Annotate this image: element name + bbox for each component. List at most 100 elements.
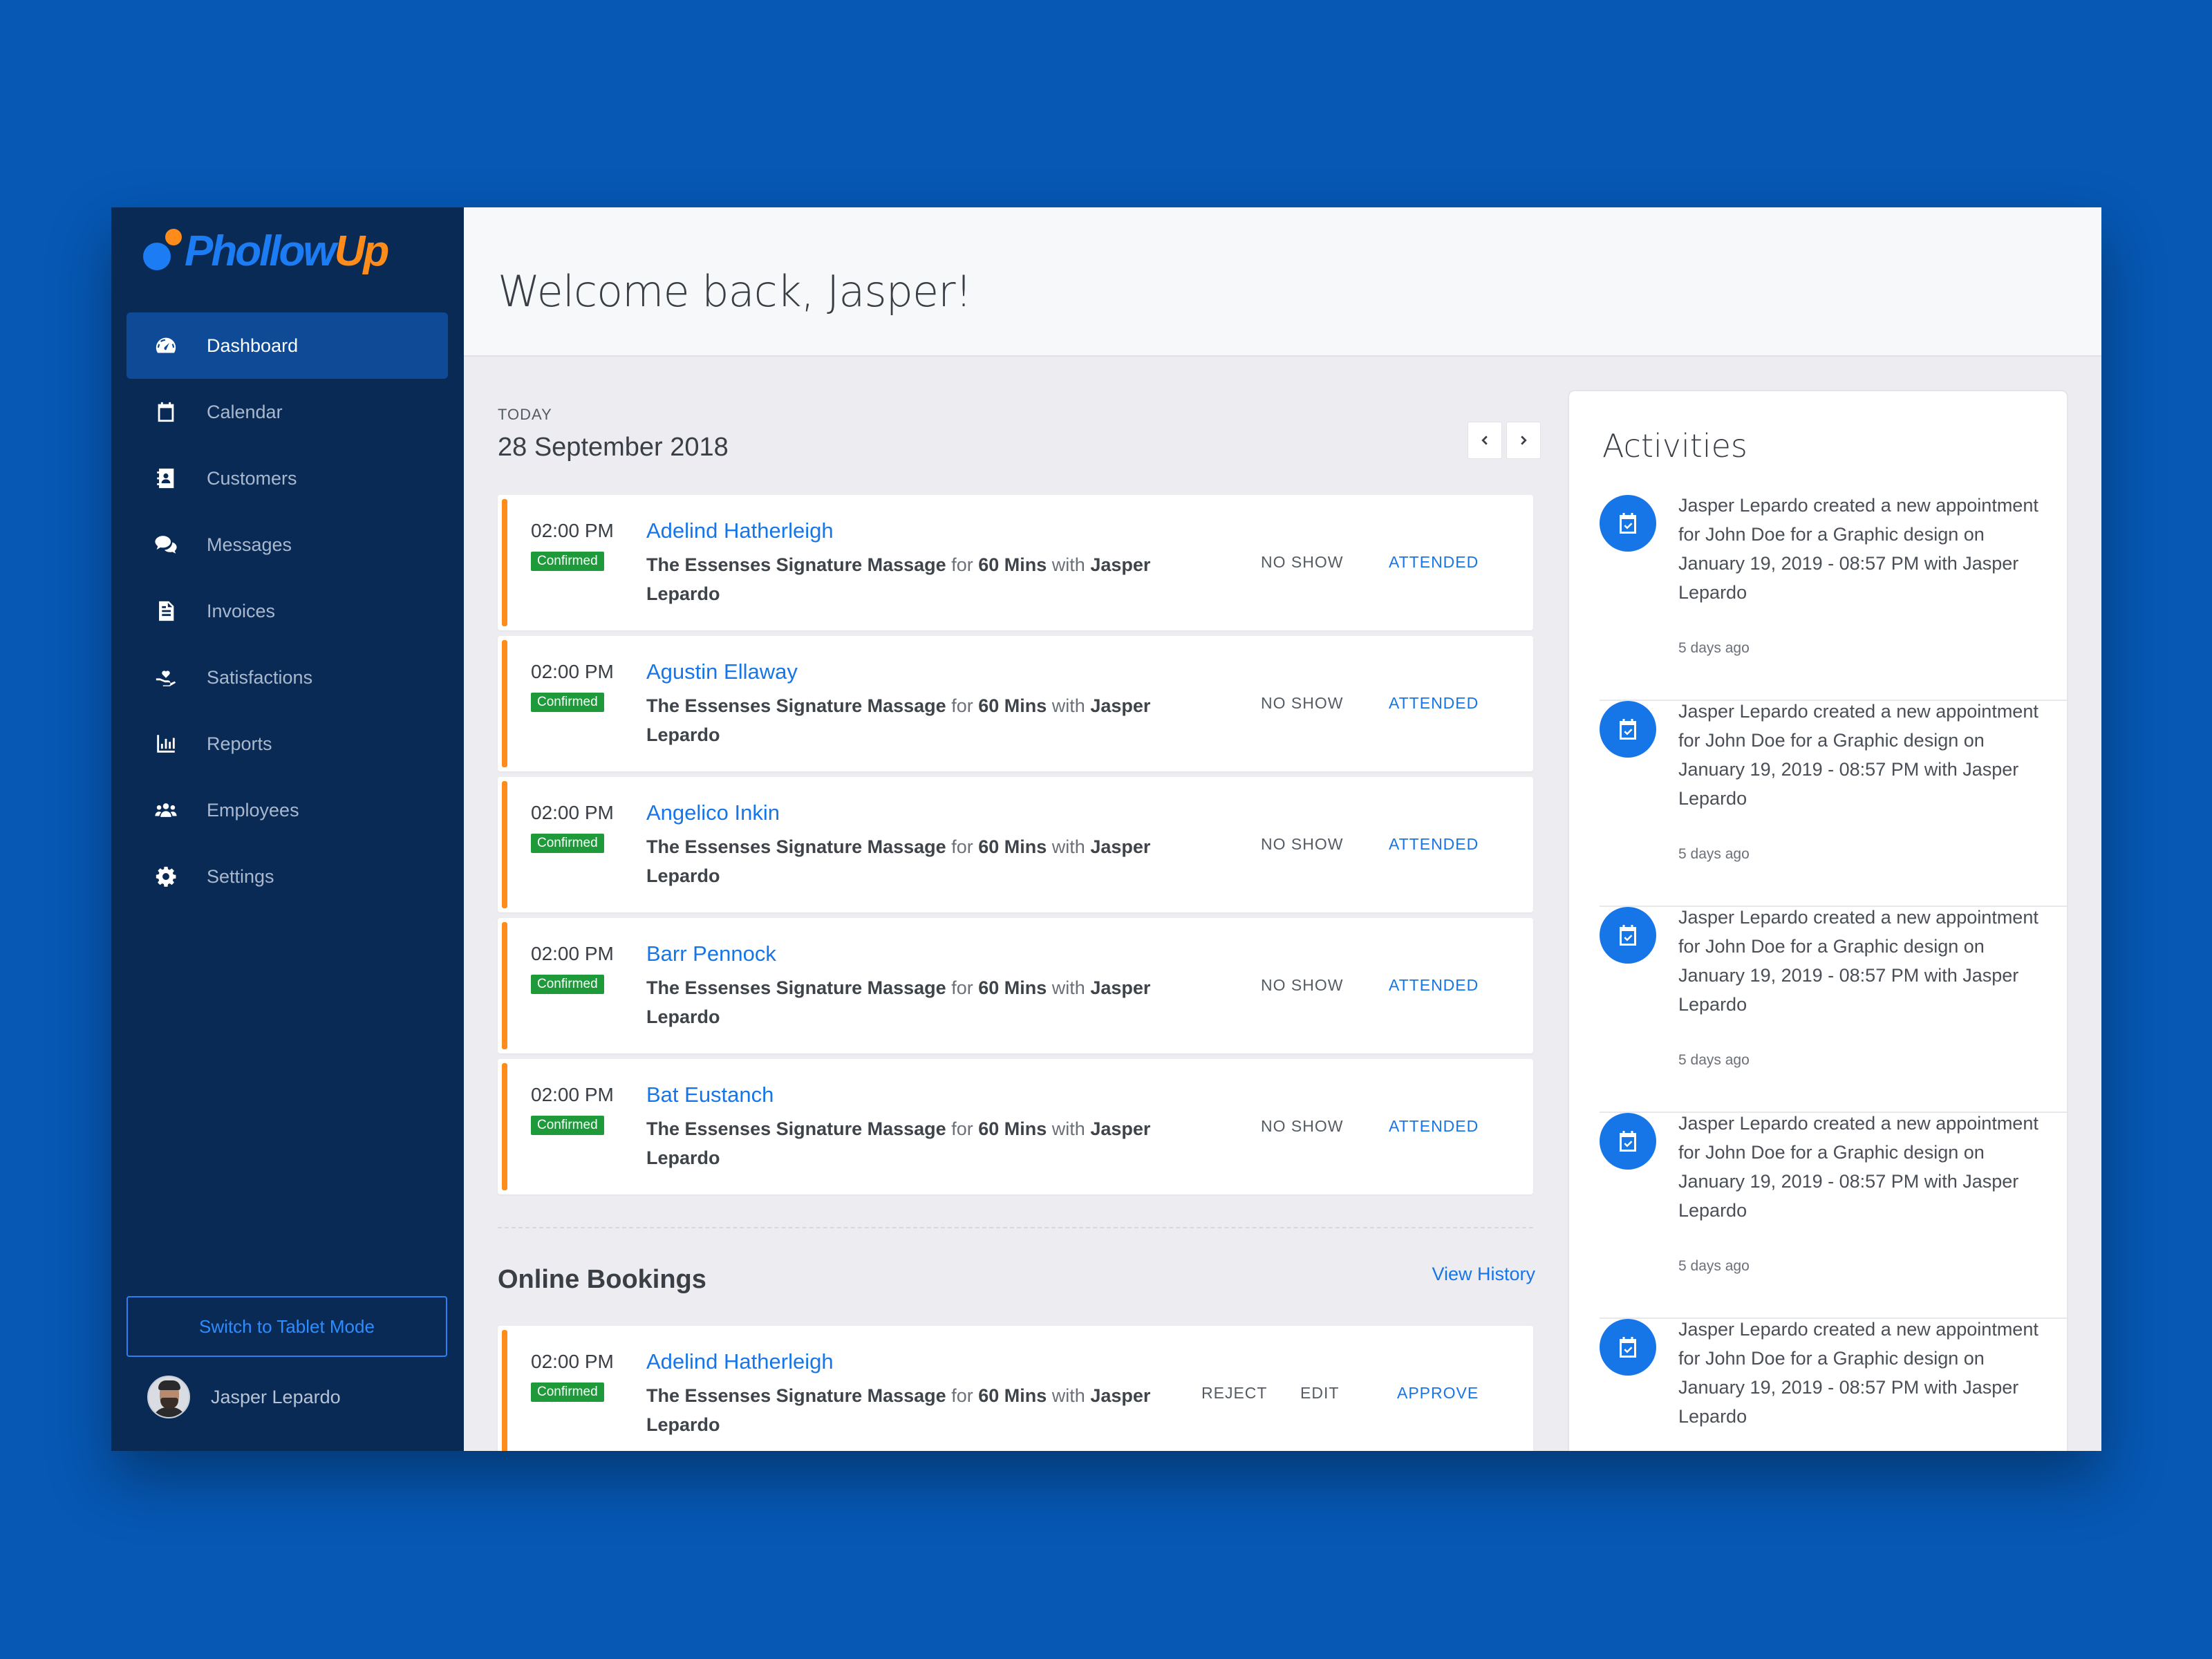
sidebar-item-settings[interactable]: Settings	[126, 843, 448, 910]
online-booking-list: 02:00 PM Confirmed Adelind Hatherleigh T…	[498, 1326, 1533, 1451]
customer-name-link[interactable]: Angelico Inkin	[646, 800, 780, 825]
page-title: Welcome back, Jasper!	[498, 266, 972, 317]
status-badge: Confirmed	[531, 693, 604, 712]
no-show-button[interactable]: NO SHOW	[1261, 553, 1343, 572]
activity-item: Jasper Lepardo created a new appointment…	[1600, 1113, 2067, 1319]
no-show-button[interactable]: NO SHOW	[1261, 694, 1343, 713]
customer-name-link[interactable]: Adelind Hatherleigh	[646, 518, 834, 543]
no-show-button[interactable]: NO SHOW	[1261, 835, 1343, 854]
appointment-description: The Essenses Signature Massage for 60 Mi…	[646, 1118, 1151, 1168]
appointment-time: 02:00 PM	[531, 943, 614, 964]
status-stripe	[502, 499, 507, 626]
sidebar-item-satisfactions[interactable]: Satisfactions	[126, 644, 448, 711]
user-profile[interactable]: Jasper Lepardo	[147, 1376, 341, 1418]
calendar-check-icon	[1600, 701, 1656, 758]
calendar-check-icon	[1600, 495, 1656, 552]
appointment-list: 02:00 PM Confirmed Adelind Hatherleigh T…	[498, 495, 1533, 1200]
contacts-icon	[154, 467, 178, 490]
sidebar-item-label: Invoices	[207, 600, 276, 621]
chat-icon	[154, 533, 178, 556]
sidebar: PhollowUp Dashboard Calendar Customers M…	[111, 207, 464, 1451]
activity-text: Jasper Lepardo created a new appointment…	[1678, 1319, 2038, 1427]
avatar	[147, 1376, 190, 1418]
activity-text: Jasper Lepardo created a new appointment…	[1678, 907, 2038, 1015]
activity-text: Jasper Lepardo created a new appointment…	[1678, 701, 2038, 809]
sidebar-item-employees[interactable]: Employees	[126, 777, 448, 843]
current-date: 28 September 2018	[498, 433, 729, 462]
customer-name-link[interactable]: Agustin Ellaway	[646, 659, 798, 684]
sidebar-item-label: Customers	[207, 467, 297, 489]
appointment-card: 02:00 PM Confirmed Barr Pennock The Esse…	[498, 918, 1533, 1053]
appointment-time: 02:00 PM	[531, 802, 614, 823]
activity-time: 5 days ago	[1678, 1052, 1750, 1068]
sidebar-item-label: Calendar	[207, 401, 283, 422]
activities-title: Activities	[1602, 427, 1747, 465]
appointment-card: 02:00 PM Confirmed Agustin Ellaway The E…	[498, 636, 1533, 771]
sidebar-item-label: Settings	[207, 865, 274, 887]
activity-text: Jasper Lepardo created a new appointment…	[1678, 495, 2038, 603]
status-stripe	[502, 640, 507, 767]
calendar-check-icon	[1600, 1319, 1656, 1376]
sidebar-item-label: Messages	[207, 534, 292, 555]
gear-icon	[154, 865, 178, 888]
attended-button[interactable]: ATTENDED	[1389, 835, 1479, 854]
customer-name-link[interactable]: Bat Eustanch	[646, 1082, 774, 1107]
sidebar-item-customers[interactable]: Customers	[126, 445, 448, 512]
status-badge: Confirmed	[531, 975, 604, 994]
reject-button[interactable]: REJECT	[1201, 1384, 1267, 1403]
calendar-icon	[154, 400, 178, 424]
appointment-time: 02:00 PM	[531, 520, 614, 541]
sidebar-item-calendar[interactable]: Calendar	[126, 379, 448, 445]
status-badge: Confirmed	[531, 1116, 604, 1135]
attended-button[interactable]: ATTENDED	[1389, 1117, 1479, 1136]
activity-item: Jasper Lepardo created a new appointment…	[1600, 907, 2067, 1113]
activity-time: 5 days ago	[1678, 640, 1750, 656]
appointment-description: The Essenses Signature Massage for 60 Mi…	[646, 554, 1151, 604]
invoice-icon	[154, 599, 178, 623]
main-content: Welcome back, Jasper! TODAY 28 September…	[464, 207, 2101, 1451]
appointment-time: 02:00 PM	[531, 1084, 614, 1105]
no-show-button[interactable]: NO SHOW	[1261, 1117, 1343, 1136]
appointment-card: 02:00 PM Confirmed Bat Eustanch The Esse…	[498, 1059, 1533, 1194]
attended-button[interactable]: ATTENDED	[1389, 694, 1479, 713]
activity-item: Jasper Lepardo created a new appointment…	[1600, 701, 2067, 907]
appointment-description: The Essenses Signature Massage for 60 Mi…	[646, 977, 1151, 1027]
chevron-right-icon	[1521, 435, 1527, 445]
view-history-link[interactable]: View History	[1432, 1264, 1535, 1285]
status-badge: Confirmed	[531, 1382, 604, 1402]
attended-button[interactable]: ATTENDED	[1389, 553, 1479, 572]
attended-button[interactable]: ATTENDED	[1389, 976, 1479, 995]
next-day-button[interactable]	[1506, 422, 1541, 459]
status-stripe	[502, 1330, 507, 1451]
sidebar-item-invoices[interactable]: Invoices	[126, 578, 448, 644]
sidebar-item-label: Dashboard	[207, 335, 299, 356]
logo-text: PhollowUp	[185, 227, 389, 275]
switch-tablet-mode-button[interactable]: Switch to Tablet Mode	[126, 1296, 447, 1357]
user-name: Jasper Lepardo	[211, 1386, 341, 1407]
sidebar-item-messages[interactable]: Messages	[126, 512, 448, 578]
appointment-card: 02:00 PM Confirmed Adelind Hatherleigh T…	[498, 495, 1533, 630]
status-stripe	[502, 781, 507, 908]
date-pager	[1468, 422, 1541, 459]
booking-card: 02:00 PM Confirmed Adelind Hatherleigh T…	[498, 1326, 1533, 1451]
customer-name-link[interactable]: Barr Pennock	[646, 941, 776, 966]
dashboard-icon	[154, 334, 178, 357]
calendar-check-icon	[1600, 1113, 1656, 1170]
approve-button[interactable]: APPROVE	[1397, 1384, 1479, 1403]
heart-hand-icon	[154, 666, 178, 689]
logo-mark	[143, 227, 185, 276]
sidebar-item-dashboard[interactable]: Dashboard	[126, 312, 448, 379]
users-icon	[154, 798, 178, 822]
no-show-button[interactable]: NO SHOW	[1261, 976, 1343, 995]
customer-name-link[interactable]: Adelind Hatherleigh	[646, 1349, 834, 1374]
app-window: PhollowUp Dashboard Calendar Customers M…	[111, 207, 2101, 1451]
status-stripe	[502, 922, 507, 1049]
edit-button[interactable]: EDIT	[1300, 1384, 1339, 1403]
sidebar-nav: Dashboard Calendar Customers Messages In…	[126, 312, 448, 910]
sidebar-item-reports[interactable]: Reports	[126, 711, 448, 777]
status-badge: Confirmed	[531, 834, 604, 853]
logo[interactable]: PhollowUp	[143, 227, 389, 276]
appointment-description: The Essenses Signature Massage for 60 Mi…	[646, 695, 1151, 745]
previous-day-button[interactable]	[1468, 422, 1502, 459]
sidebar-item-label: Satisfactions	[207, 666, 313, 688]
